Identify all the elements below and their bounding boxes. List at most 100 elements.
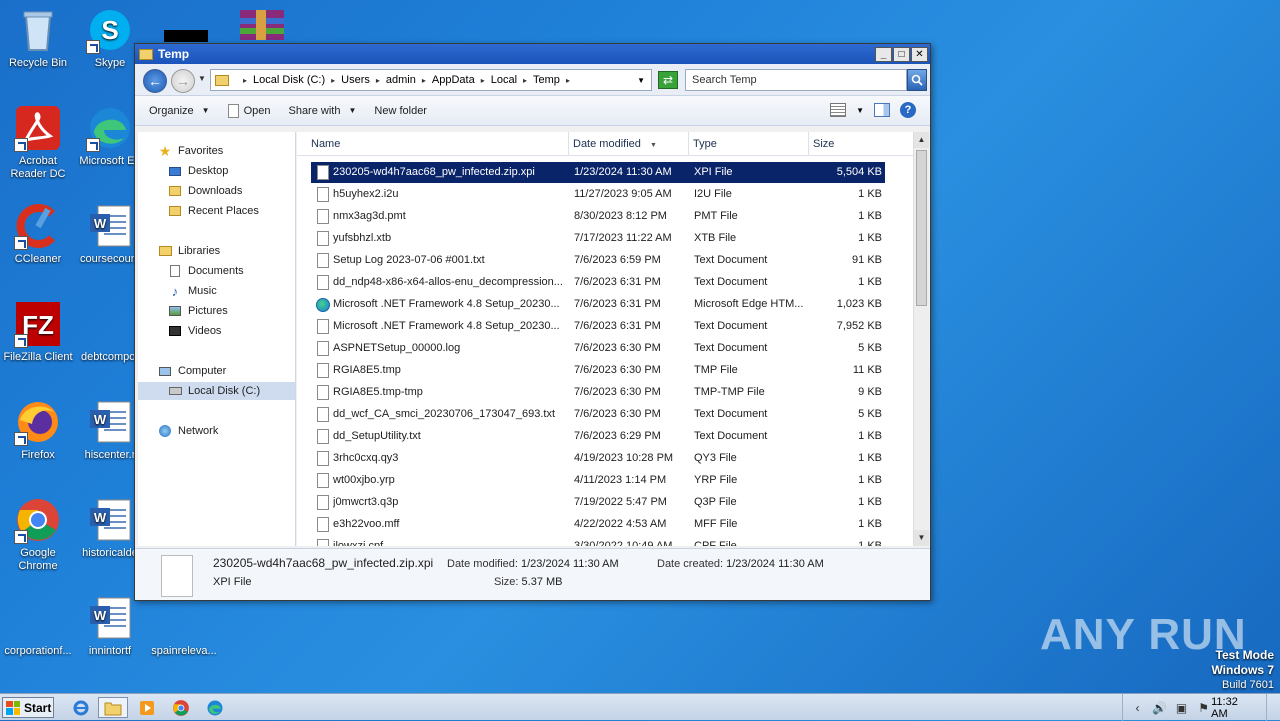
table-row[interactable]: ilowxzi.cpf 3/30/2022 10:49 AM CPF File 1 K… xyxy=(311,536,885,546)
nav-recent-places[interactable]: Recent Places xyxy=(168,202,259,220)
show-desktop-button[interactable] xyxy=(1266,694,1280,721)
desktop-icon-spainreleva[interactable]: spainreleva... xyxy=(146,594,222,658)
scrollbar-thumb[interactable] xyxy=(916,150,927,306)
chevron-right-icon[interactable]: ▸ xyxy=(422,76,426,85)
table-row[interactable]: dd_SetupUtility.txt 7/6/2023 6:29 PM Text … xyxy=(311,426,885,447)
nav-music[interactable]: ♪ Music xyxy=(168,282,217,300)
volume-icon[interactable]: 🔊 xyxy=(1152,700,1167,716)
taskbar-edge[interactable] xyxy=(200,697,230,718)
scroll-up-icon[interactable]: ▲ xyxy=(914,132,929,148)
breadcrumb-local[interactable]: Local xyxy=(491,74,517,86)
title-bar[interactable]: Temp _ □ ✕ xyxy=(135,44,930,64)
date-modified-cell: 8/30/2023 8:12 PM xyxy=(574,210,667,222)
desktop-icon-innintortf[interactable]: W innintortf xyxy=(72,594,148,658)
column-header-name[interactable]: Name xyxy=(297,132,569,156)
table-row[interactable]: RGIA8E5.tmp-tmp 7/6/2023 6:30 PM TMP-TMP F… xyxy=(311,382,885,403)
breadcrumb-admin[interactable]: admin xyxy=(386,74,416,86)
nav-downloads[interactable]: Downloads xyxy=(168,182,242,200)
back-button[interactable]: ← xyxy=(143,69,167,93)
table-row[interactable]: wt00xjbo.yrp 4/11/2023 1:14 PM YRP File 1 K… xyxy=(311,470,885,491)
maximize-button[interactable]: □ xyxy=(893,46,910,62)
table-row[interactable]: Microsoft .NET Framework 4.8 Setup_20230… xyxy=(311,294,885,315)
clock[interactable]: 11:32 AM xyxy=(1211,696,1254,720)
chevron-right-icon[interactable]: ▸ xyxy=(481,76,485,85)
nav-local-disk[interactable]: Local Disk (C:) xyxy=(138,382,295,400)
chevron-down-icon[interactable]: ▼ xyxy=(637,76,645,85)
nav-documents[interactable]: Documents xyxy=(168,262,244,280)
close-button[interactable]: ✕ xyxy=(911,46,928,62)
table-row[interactable]: 3rhc0cxq.qy3 4/19/2023 10:28 PM QY3 File 1 … xyxy=(311,448,885,469)
vertical-scrollbar[interactable]: ▲ ▼ xyxy=(913,132,929,546)
breadcrumb-local-disk[interactable]: Local Disk (C:) xyxy=(253,74,325,86)
search-button[interactable] xyxy=(907,69,927,91)
desktop-icon-acrobat[interactable]: Acrobat Reader DC xyxy=(0,104,76,181)
table-row[interactable]: yufsbhzl.xtb 7/17/2023 11:22 AM XTB File 1 … xyxy=(311,228,885,249)
breadcrumb-temp[interactable]: Temp xyxy=(533,74,560,86)
table-row[interactable]: dd_ndp48-x86-x64-allos-enu_decompression… xyxy=(311,272,885,293)
chevron-right-icon[interactable]: ▸ xyxy=(566,76,570,85)
chevron-right-icon[interactable]: ▸ xyxy=(331,76,335,85)
table-row[interactable]: j0mwcrt3.q3p 7/19/2022 5:47 PM Q3P File 1 K… xyxy=(311,492,885,513)
table-row[interactable]: Setup Log 2023-07-06 #001.txt 7/6/2023 6:… xyxy=(311,250,885,271)
taskbar-explorer[interactable] xyxy=(98,697,128,718)
taskbar-media-player[interactable] xyxy=(132,697,162,718)
column-header-date[interactable]: Date modified ▼ xyxy=(569,132,689,156)
table-row[interactable]: dd_wcf_CA_smci_20230706_173047_693.txt 7/… xyxy=(311,404,885,425)
table-row[interactable]: 230205-wd4h7aac68_pw_infected.zip.xpi 1/2… xyxy=(311,162,885,183)
chevron-right-icon[interactable]: ▸ xyxy=(523,76,527,85)
breadcrumb-appdata[interactable]: AppData xyxy=(432,74,475,86)
share-with-button[interactable]: Share with ▼ xyxy=(288,105,356,117)
taskbar-chrome[interactable] xyxy=(166,697,196,718)
table-row[interactable]: nmx3ag3d.pmt 8/30/2023 8:12 PM PMT File 1 K… xyxy=(311,206,885,227)
table-row[interactable]: h5uyhex2.i2u 11/27/2023 9:05 AM I2U File 1 … xyxy=(311,184,885,205)
blank-file-icon xyxy=(160,594,208,642)
new-folder-button[interactable]: New folder xyxy=(374,105,427,117)
desktop-icon-ccleaner[interactable]: CCleaner xyxy=(0,202,76,266)
nav-desktop[interactable]: Desktop xyxy=(168,162,228,180)
desktop-icon-firefox[interactable]: Firefox xyxy=(0,398,76,462)
breadcrumb-users[interactable]: Users xyxy=(341,74,370,86)
address-bar[interactable]: ▸ Local Disk (C:) ▸ Users ▸ admin ▸ AppD… xyxy=(210,69,652,91)
winrar-icon[interactable] xyxy=(238,8,286,42)
table-row[interactable]: e3h22voo.mff 4/22/2022 4:53 AM MFF File 1 K… xyxy=(311,514,885,535)
black-tile-icon[interactable] xyxy=(164,30,208,42)
column-header-type[interactable]: Type xyxy=(689,132,809,156)
file-icon xyxy=(317,319,329,334)
desktop-icon-recycle-bin[interactable]: Recycle Bin xyxy=(0,6,76,70)
column-header-size[interactable]: Size xyxy=(809,132,915,156)
chevron-right-icon[interactable]: ▸ xyxy=(376,76,380,85)
preview-pane-icon[interactable] xyxy=(874,103,890,117)
scroll-down-icon[interactable]: ▼ xyxy=(914,530,929,546)
nav-computer[interactable]: Computer xyxy=(158,362,226,380)
table-row[interactable]: Microsoft .NET Framework 4.8 Setup_20230… xyxy=(311,316,885,337)
action-center-flag-icon[interactable]: ⚑ xyxy=(1196,700,1211,716)
forward-button[interactable]: → xyxy=(171,69,195,93)
view-details-icon[interactable] xyxy=(830,103,847,117)
chevron-right-icon[interactable]: ▸ xyxy=(243,76,247,85)
refresh-button[interactable]: ⇄ xyxy=(658,71,678,89)
organize-button[interactable]: Organize ▼ xyxy=(149,105,210,117)
recent-pages-dropdown-icon[interactable]: ▼ xyxy=(198,74,206,83)
word-document-icon: W xyxy=(86,594,134,642)
nav-libraries[interactable]: Libraries xyxy=(158,242,220,260)
help-icon[interactable]: ? xyxy=(900,102,916,118)
table-row[interactable]: ASPNETSetup_00000.log 7/6/2023 6:30 PM Tex… xyxy=(311,338,885,359)
chevron-down-icon[interactable]: ▼ xyxy=(856,106,864,115)
minimize-button[interactable]: _ xyxy=(875,46,892,62)
taskbar-internet-explorer[interactable] xyxy=(66,697,96,718)
desktop-icon-corporationf[interactable]: corporationf... xyxy=(0,594,76,658)
nav-pictures[interactable]: Pictures xyxy=(168,302,228,320)
nav-videos[interactable]: Videos xyxy=(168,322,221,340)
file-size-cell: 5,504 KB xyxy=(836,166,882,178)
start-button[interactable]: Start xyxy=(2,697,54,718)
table-row[interactable]: RGIA8E5.tmp 7/6/2023 6:30 PM TMP File 11 KB xyxy=(311,360,885,381)
taskbar: Start ‹ 🔊 ▣ ⚑ 11:32 AM xyxy=(0,693,1280,721)
open-button[interactable]: Open xyxy=(227,103,270,118)
nav-favorites[interactable]: ★ Favorites xyxy=(158,142,224,160)
network-icon[interactable]: ▣ xyxy=(1174,700,1189,716)
search-input[interactable]: Search Temp xyxy=(685,69,907,91)
nav-network[interactable]: Network xyxy=(158,422,218,440)
desktop-icon-filezilla[interactable]: FZ FileZilla Client xyxy=(0,300,76,364)
desktop-icon-chrome[interactable]: Google Chrome xyxy=(0,496,76,573)
show-hidden-icons-icon[interactable]: ‹ xyxy=(1130,700,1145,716)
